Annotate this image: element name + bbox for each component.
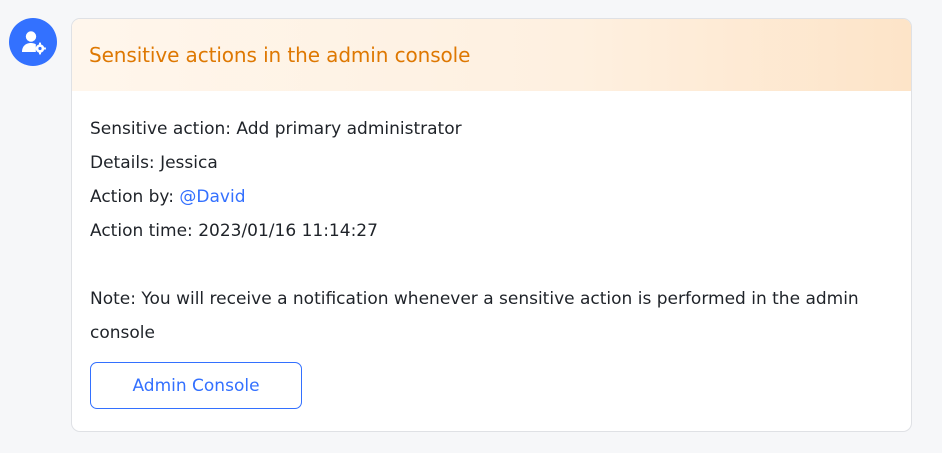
admin-console-button[interactable]: Admin Console [90,362,302,409]
action-by-label: Action by: [90,187,180,207]
action-time-label: Action time: [90,221,199,241]
admin-user-gear-icon [22,31,46,55]
card-title: Sensitive actions in the admin console [89,43,471,67]
action-by-row: Action by: @David [90,180,893,214]
note-text: Note: You will receive a notification wh… [90,289,859,343]
action-time-row: Action time: 2023/01/16 11:14:27 [90,214,893,248]
action-time-value: 2023/01/16 11:14:27 [198,221,378,241]
bot-avatar[interactable] [9,18,57,66]
details-label: Details: [90,153,161,173]
details-value: Jessica [160,153,218,173]
user-mention-link[interactable]: @David [179,187,245,207]
notification-card: Sensitive actions in the admin console S… [71,18,912,432]
details-row: Details: Jessica [90,146,893,180]
card-body: Sensitive action: Add primary administra… [72,91,911,409]
card-header: Sensitive actions in the admin console [72,19,911,91]
sensitive-action-row: Sensitive action: Add primary administra… [90,112,893,146]
sensitive-action-value: Add primary administrator [236,119,462,139]
sensitive-action-label: Sensitive action: [90,119,237,139]
